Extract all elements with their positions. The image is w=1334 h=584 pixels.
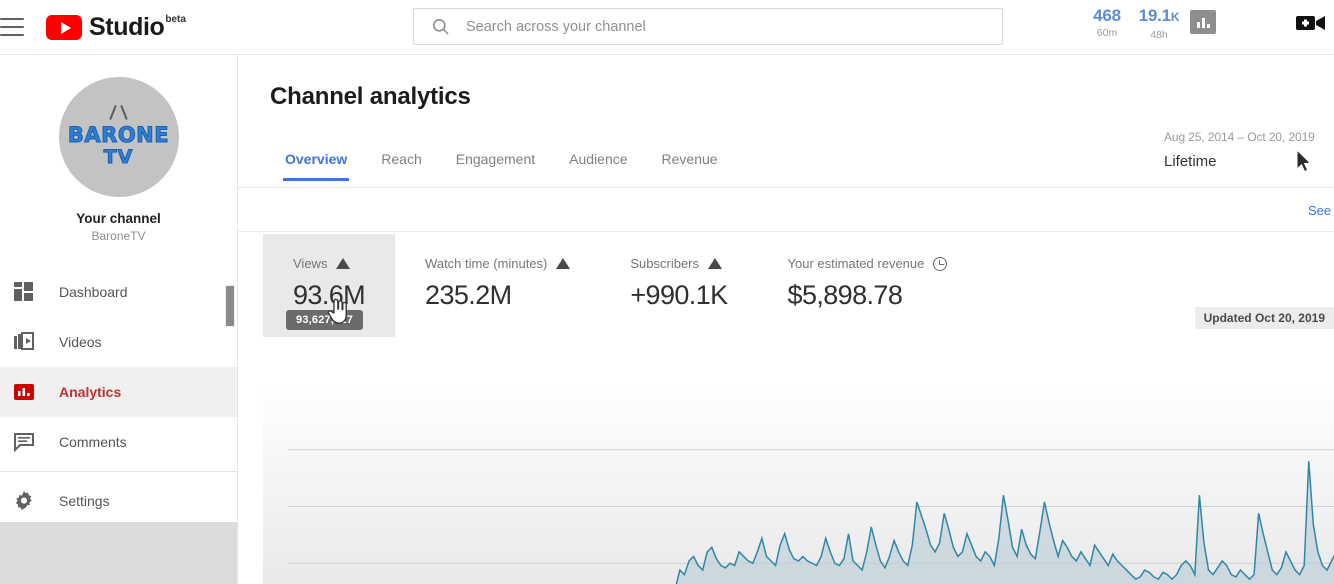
- avatar: BARONE TV: [58, 77, 179, 197]
- cards-top-divider: [238, 231, 1334, 232]
- metric-card-watch-time-label: Watch time (minutes): [425, 256, 548, 271]
- metric-card-views-header: Views: [293, 256, 365, 271]
- clock-icon: [933, 256, 948, 271]
- video-camera-plus-icon[interactable]: [1296, 12, 1326, 39]
- channel-name: BaroneTV: [91, 229, 146, 243]
- sidebar-item-comments[interactable]: Comments: [0, 417, 237, 467]
- sidebar-item-dashboard[interactable]: Dashboard: [0, 267, 237, 317]
- tab-engagement[interactable]: Engagement: [439, 151, 552, 181]
- views-chart-svg: [263, 385, 1334, 584]
- views-chart[interactable]: [263, 385, 1334, 584]
- page-title: Channel analytics: [270, 83, 471, 110]
- metric-card-subscribers-value: +990.1K: [630, 280, 728, 310]
- sidebar-item-comments-label: Comments: [59, 434, 127, 450]
- updated-badge: Updated Oct 20, 2019: [1194, 307, 1334, 329]
- channel-header[interactable]: BARONE TV Your channel BaroneTV: [0, 55, 237, 243]
- tv-antenna-icon: [108, 105, 130, 120]
- metric-card-subscribers-label: Subscribers: [630, 256, 700, 271]
- search-bar[interactable]: [413, 8, 1003, 45]
- views-tooltip: 93,627,127: [286, 310, 364, 330]
- triangle-up-icon: [556, 258, 571, 269]
- stat-60m[interactable]: 468 60m: [1086, 6, 1128, 40]
- sidebar: BARONE TV Your channel BaroneTV Dashboar…: [0, 55, 238, 584]
- tab-audience-label: Audience: [569, 151, 628, 167]
- metric-card-views-label: Views: [293, 256, 328, 271]
- tab-reach-label: Reach: [381, 151, 422, 167]
- mouse-cursor-hand: [327, 298, 349, 330]
- video-icon: [12, 330, 36, 354]
- sidebar-divider: [0, 471, 237, 472]
- studio-brand[interactable]: Studio beta: [46, 13, 186, 41]
- metric-card-revenue-label: Your estimated revenue: [787, 256, 925, 271]
- metric-card-watch-time[interactable]: Watch time (minutes) 235.2M: [395, 234, 600, 337]
- stat-48h-label: 48h: [1150, 29, 1168, 41]
- metric-cards: Views 93.6M 93,627,127 Watch time (minut…: [263, 234, 977, 337]
- tab-reach[interactable]: Reach: [364, 151, 438, 181]
- gear-icon: [12, 489, 36, 513]
- tab-audience[interactable]: Audience: [552, 151, 644, 181]
- dashboard-icon: [12, 280, 36, 304]
- avatar-name-line1: BARONE: [67, 122, 170, 147]
- tab-overview[interactable]: Overview: [268, 151, 364, 181]
- sidebar-item-dashboard-label: Dashboard: [59, 284, 128, 300]
- date-range-text: Aug 25, 2014 – Oct 20, 2019: [1164, 130, 1315, 144]
- sidebar-item-analytics-label: Analytics: [59, 384, 122, 400]
- tab-engagement-label: Engagement: [455, 151, 536, 167]
- bar-chart-icon[interactable]: [1190, 10, 1216, 34]
- metric-card-subscribers[interactable]: Subscribers +990.1K: [600, 234, 757, 337]
- metric-card-revenue[interactable]: Your estimated revenue $5,898.78: [758, 234, 978, 337]
- beta-badge: beta: [165, 14, 186, 25]
- see-more-link[interactable]: See: [1308, 203, 1334, 218]
- sidebar-item-settings-label: Settings: [59, 493, 110, 509]
- tab-overview-label: Overview: [285, 151, 348, 167]
- stat-60m-value: 468: [1093, 6, 1121, 25]
- sidebar-bottom-overlay: [0, 522, 237, 584]
- analytics-tabs: Overview Reach Engagement Audience Reven…: [268, 151, 735, 181]
- stat-60m-label: 60m: [1096, 27, 1118, 39]
- tab-revenue-label: Revenue: [661, 151, 718, 167]
- brand-label: Studio: [89, 13, 165, 41]
- metric-card-watch-time-header: Watch time (minutes): [425, 256, 571, 271]
- triangle-up-icon: [336, 258, 351, 269]
- sidebar-item-videos[interactable]: Videos: [0, 317, 237, 367]
- youtube-logo-icon: [46, 15, 82, 40]
- sidebar-item-videos-label: Videos: [59, 334, 102, 350]
- metric-card-watch-time-value: 235.2M: [425, 280, 512, 310]
- avatar-name-line2: TV: [103, 145, 134, 168]
- triangle-up-icon: [708, 258, 723, 269]
- metric-card-revenue-header: Your estimated revenue: [788, 256, 948, 271]
- metric-card-revenue-value: $5,898.78: [787, 280, 903, 310]
- tab-revenue[interactable]: Revenue: [645, 151, 735, 181]
- search-icon: [431, 17, 450, 36]
- search-input[interactable]: [466, 18, 1002, 35]
- sidebar-scrollbar-thumb[interactable]: [225, 285, 235, 327]
- header-stats: 468 60m 19.1K 48h: [1086, 6, 1216, 42]
- tabs-divider: [238, 187, 1334, 188]
- youtube-studio-app: Studio beta 468 60m 19.1K 48h: [0, 0, 1334, 584]
- metric-card-subscribers-header: Subscribers: [630, 256, 727, 271]
- analytics-icon: [12, 380, 36, 404]
- top-bar: Studio beta 468 60m 19.1K 48h: [0, 0, 1334, 55]
- mouse-cursor-arrow: [1296, 148, 1314, 179]
- sidebar-scrollbar[interactable]: [225, 55, 237, 584]
- your-channel-title: Your channel: [76, 211, 161, 226]
- sidebar-item-settings[interactable]: Settings: [0, 476, 237, 526]
- hamburger-icon[interactable]: [0, 18, 24, 36]
- stat-48h-value: 19.1K: [1138, 6, 1180, 25]
- sidebar-item-analytics[interactable]: Analytics: [0, 367, 237, 417]
- stat-48h[interactable]: 19.1K 48h: [1138, 6, 1180, 42]
- main-content: Channel analytics Aug 25, 2014 – Oct 20,…: [238, 55, 1334, 584]
- comment-icon: [12, 430, 36, 454]
